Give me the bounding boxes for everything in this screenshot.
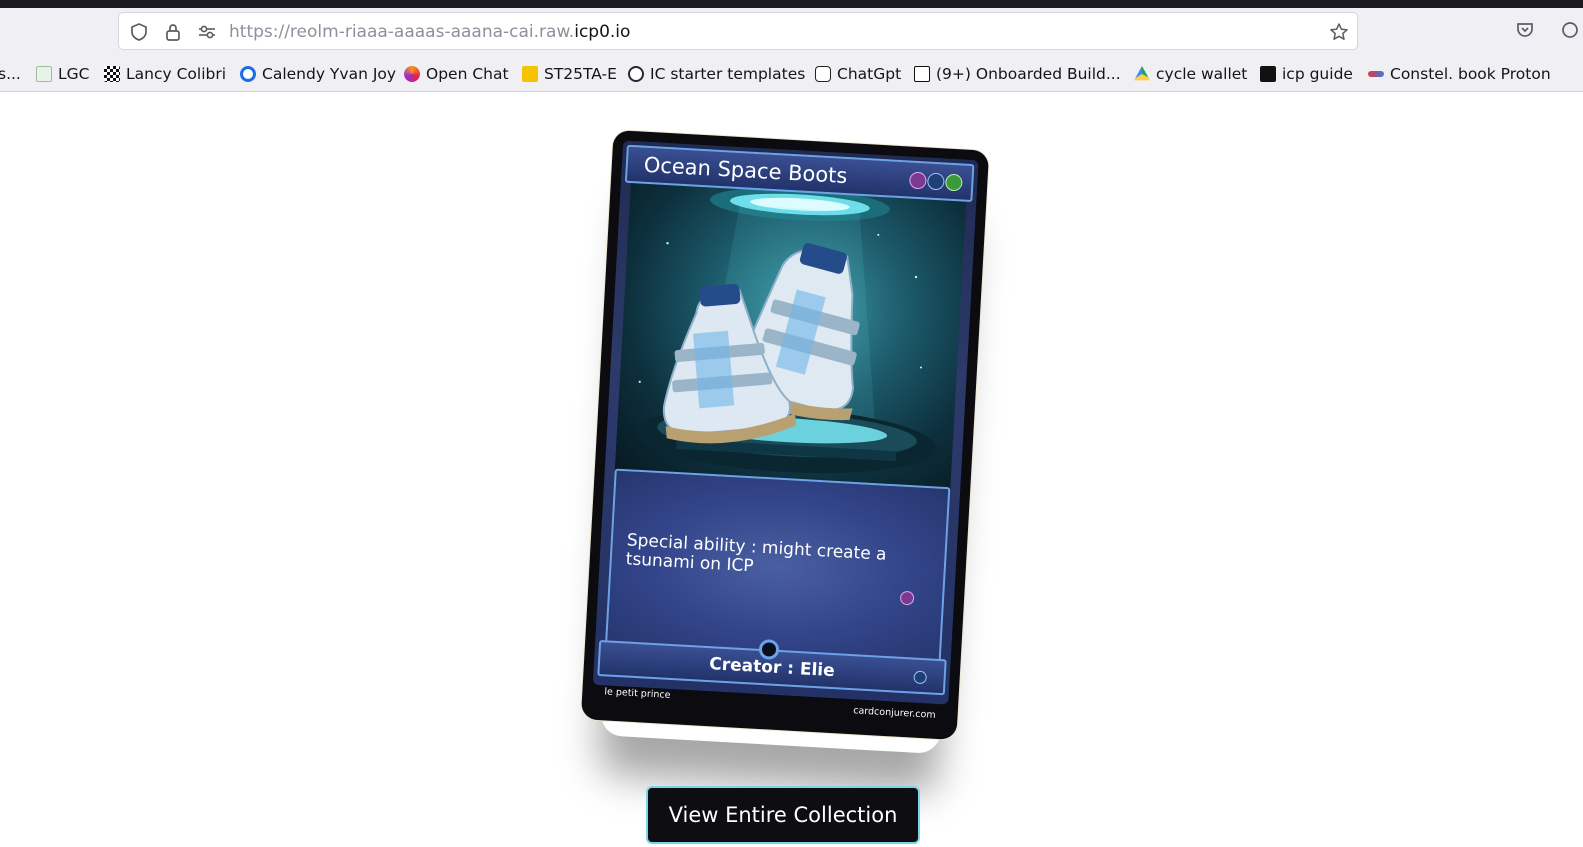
view-collection-button[interactable]: View Entire Collection [648,788,918,842]
bookmark-label: ST25TA-E [544,65,617,83]
bookmark-label: Lancy Colibri [126,65,227,83]
pocket-icon[interactable] [1515,20,1535,44]
openai-favicon [815,66,831,82]
address-bar[interactable]: https://reolm-riaaa-aaaas-aaana-cai.raw.… [118,12,1358,50]
bookmark-cycle-wallet[interactable]: cycle wallet [1134,63,1247,85]
psychic-mana-icon [899,590,915,606]
bookmark-lgc[interactable]: LGC [36,63,89,85]
bookmark-label: IC starter templates [650,65,806,83]
lock-icon[interactable] [163,22,183,42]
psychic-mana-icon [908,171,927,190]
nature-mana-icon [944,173,963,192]
shield-icon[interactable] [129,22,149,42]
browser-chrome: https://reolm-riaaa-aaaas-aaana-cai.raw.… [0,0,1583,92]
card-title: Ocean Space Boots [643,152,849,189]
bookmark-constel[interactable]: Constel. book Proton [1368,63,1551,85]
water-mana-icon [926,172,945,191]
bookmark-label: icp guide [1282,65,1353,83]
bookmark-label: Calendy Yvan Joy [262,65,397,83]
openchat-favicon [404,66,420,82]
bookmark-label: ChatGpt [837,65,902,83]
bookmark-label: s... [0,65,21,83]
collectible-card[interactable]: Ocean Space Boots Special ability : migh… [580,129,990,741]
chrome-divider [0,91,1583,92]
bookmark-label: Open Chat [426,65,509,83]
bookmarks-toolbar: s... LGC Lancy Colibri Calendy Yvan Joy … [0,58,1583,90]
url-text[interactable]: https://reolm-riaaa-aaaas-aaana-cai.raw.… [229,22,630,42]
bookmark-label: LGC [58,65,90,83]
card-footer-right: cardconjurer.com [852,705,936,721]
star-icon[interactable] [1329,22,1349,42]
bookmark-calendy[interactable]: Calendy Yvan Joy [240,63,396,85]
bookmark-st25ta[interactable]: ST25TA-E [522,63,617,85]
extensions-icon[interactable] [1560,20,1580,44]
lgc-favicon [36,66,52,82]
bookmark-label: Constel. book Proton [1390,65,1551,83]
bookmark-ic-starter[interactable]: IC starter templates [628,63,805,85]
card-artwork [614,181,967,492]
notion-favicon [914,66,930,82]
bookmark-label: cycle wallet [1156,65,1248,83]
permissions-icon[interactable] [197,22,217,42]
bookmark-chatgpt[interactable]: ChatGpt [815,63,901,85]
github-favicon [628,66,644,82]
card-ability-text: Special ability : might create a tsunami… [625,530,888,577]
card-text-box: Special ability : might create a tsunami… [604,468,951,666]
card-container: Ocean Space Boots Special ability : migh… [580,129,990,741]
bookmark-open-chat[interactable]: Open Chat [404,63,509,85]
st-favicon [522,66,538,82]
checker-favicon [104,66,120,82]
calendly-favicon [240,66,256,82]
bookmark-item[interactable]: s... [0,63,21,85]
tab-strip [0,0,1583,8]
bookmark-onboarded[interactable]: (9+) Onboarded Build... [914,63,1121,85]
gdrive-favicon [1134,66,1150,81]
bookmark-label: (9+) Onboarded Build... [936,65,1121,83]
bolt-favicon [1260,66,1276,82]
constel-favicon [1368,71,1384,77]
bookmark-lancy-colibri[interactable]: Lancy Colibri [104,63,226,85]
card-footer-left: le petit prince [604,686,671,702]
bookmark-icp-guide[interactable]: icp guide [1260,63,1353,85]
